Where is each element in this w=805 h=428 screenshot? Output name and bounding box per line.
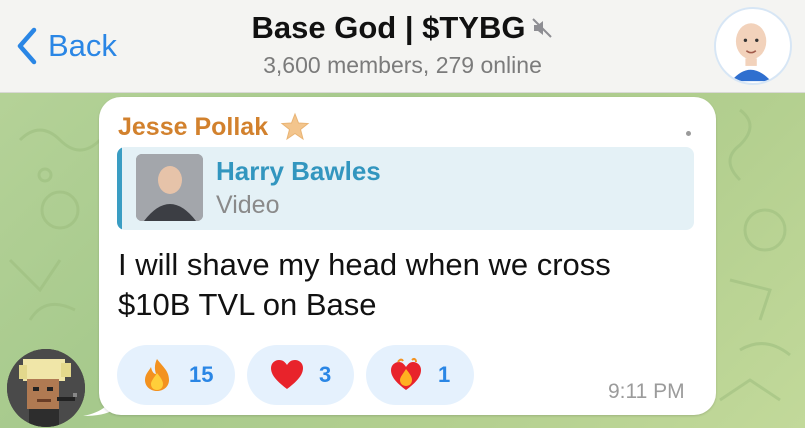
message-text-line: $10B TVL on Base <box>118 287 377 322</box>
chat-subtitle: 3,600 members, 279 online <box>263 52 542 78</box>
reply-preview[interactable]: Harry Bawles Video <box>117 147 694 230</box>
sender-avatar[interactable] <box>7 349 85 427</box>
bald-man-avatar-icon <box>731 23 772 82</box>
message-text-line: I will shave my head when we cross <box>118 247 611 282</box>
sender-name-text: Jesse Pollak <box>118 112 269 141</box>
sender-name[interactable]: Jesse Pollak <box>118 112 310 142</box>
pixel-art-avatar-icon <box>7 349 85 427</box>
star-icon <box>280 112 310 141</box>
message-text: I will shave my head when we cross $10B … <box>118 245 708 325</box>
reaction-count: 15 <box>189 362 214 387</box>
reaction-count: 3 <box>319 362 332 387</box>
reaction-heart[interactable]: 3 <box>247 345 354 405</box>
group-avatar[interactable] <box>714 7 792 85</box>
heart-icon <box>271 360 303 389</box>
reply-accent-bar <box>117 147 122 230</box>
heart-on-fire-icon <box>391 357 421 390</box>
mute-icon <box>532 18 553 38</box>
video-thumbnail <box>136 154 203 221</box>
chat-title-area[interactable]: Base God | $TYBG 3,600 members, 279 onli… <box>0 10 805 79</box>
reaction-fire[interactable]: 15 <box>117 345 235 405</box>
chat-title: Base God | $TYBG <box>251 10 526 45</box>
reaction-heart-on-fire[interactable]: 1 <box>366 345 474 405</box>
fire-icon <box>145 359 169 391</box>
reply-author: Harry Bawles <box>216 156 381 186</box>
chat-header: Back Base God | $TYBG 3,600 members, 279… <box>0 0 805 93</box>
reply-type: Video <box>216 191 280 219</box>
reaction-count: 1 <box>438 362 451 387</box>
message-indicator-dot <box>686 131 691 136</box>
message-timestamp: 9:11 PM <box>608 380 685 403</box>
